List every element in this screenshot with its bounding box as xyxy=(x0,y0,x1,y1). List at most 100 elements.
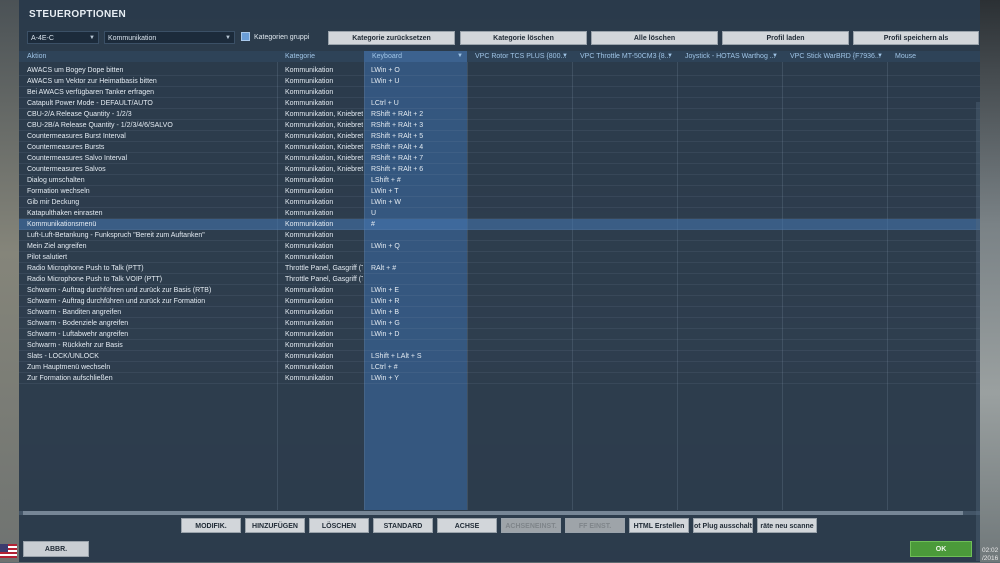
load-profile-button[interactable]: Profil laden xyxy=(722,31,849,45)
table-row[interactable]: Zum Hauptmenü wechseln Kommunikation LCtrl… xyxy=(19,362,980,373)
table-row[interactable]: AWACS um Vektor zur Heimatbasis bitten Ko… xyxy=(19,76,980,87)
keyboard-binding-cell[interactable]: U xyxy=(371,208,463,219)
table-row[interactable]: Slats - LOCK/UNLOCK Kommunikation LShift +… xyxy=(19,351,980,362)
keyboard-binding-cell[interactable]: LWin + O xyxy=(371,65,463,76)
reset-category-button[interactable]: Kategorie zurücksetzen xyxy=(328,31,455,45)
keyboard-binding-cell[interactable]: LWin + Q xyxy=(371,241,463,252)
table-row[interactable]: Countermeasures Salvo Interval Kommunikat… xyxy=(19,153,980,164)
vertical-scrollbar[interactable] xyxy=(976,102,980,561)
cancel-button[interactable]: ABBR. xyxy=(23,541,89,557)
keyboard-binding-cell[interactable]: LWin + B xyxy=(371,307,463,318)
table-row[interactable]: Pilot salutiert Kommunikation xyxy=(19,252,980,263)
keyboard-binding-cell[interactable]: LWin + Y xyxy=(371,373,463,384)
keyboard-binding-cell[interactable]: LShift + LAlt + S xyxy=(371,351,463,362)
group-categories-checkbox[interactable] xyxy=(241,32,250,41)
action-cell: Pilot salutiert xyxy=(27,254,68,261)
action-cell: Countermeasures Burst Interval xyxy=(27,133,126,140)
keyboard-binding-cell[interactable]: LWin + R xyxy=(371,296,463,307)
table-row[interactable]: Countermeasures Burst Interval Kommunikat… xyxy=(19,131,980,142)
table-row[interactable]: Schwarm - Rückkehr zur Basis Kommunikatio… xyxy=(19,340,980,351)
modify-button[interactable]: MODIFIK. xyxy=(181,518,241,533)
standard-button[interactable]: STANDARD xyxy=(373,518,433,533)
action-cell: Countermeasures Salvo Interval xyxy=(27,155,127,162)
column-header-device-rotor[interactable]: VPC Rotor TCS PLUS {800... ▼ xyxy=(467,51,572,62)
rescan-devices-button[interactable]: räte neu scanne xyxy=(757,518,817,533)
keyboard-binding-cell[interactable] xyxy=(371,340,463,351)
keyboard-binding-cell[interactable]: RShift + RAlt + 7 xyxy=(371,153,463,164)
column-header-device-warthog[interactable]: Joystick - HOTAS Warthog ... ▼ xyxy=(677,51,782,62)
category-cell: Kommunikation, Kniebrett xyxy=(285,122,363,129)
save-profile-button[interactable]: Profil speichern als xyxy=(853,31,979,45)
keyboard-binding-cell[interactable]: LCtrl + # xyxy=(371,362,463,373)
table-row[interactable]: Gib mir Deckung Kommunikation LWin + W xyxy=(19,197,980,208)
keyboard-binding-cell[interactable] xyxy=(371,274,463,285)
table-row[interactable]: Schwarm - Bodenziele angreifen Kommunikat… xyxy=(19,318,980,329)
table-row[interactable]: Dialog umschalten Kommunikation LShift + # xyxy=(19,175,980,186)
ok-button[interactable]: OK xyxy=(910,541,972,557)
keyboard-binding-cell[interactable]: LWin + U xyxy=(371,76,463,87)
keyboard-binding-cell[interactable]: RAlt + # xyxy=(371,263,463,274)
scrollbar-thumb[interactable] xyxy=(23,511,963,515)
keyboard-binding-cell[interactable] xyxy=(371,230,463,241)
keyboard-binding-cell[interactable]: LWin + T xyxy=(371,186,463,197)
table-row[interactable]: CBU-2B/A Release Quantity - 1/2/3/4/6/SA… xyxy=(19,120,980,131)
table-row[interactable]: CBU-2/A Release Quantity - 1/2/3 Kommunik… xyxy=(19,109,980,120)
category-cell: Kommunikation xyxy=(285,364,334,371)
aircraft-select[interactable]: A-4E-C ▼ xyxy=(27,31,99,44)
table-row[interactable]: Bei AWACS verfügbaren Tanker erfragen Kom… xyxy=(19,87,980,98)
column-header-device-warbrd[interactable]: VPC Stick WarBRD {F7936... ▼ xyxy=(782,51,887,62)
keyboard-binding-cell[interactable]: RShift + RAlt + 4 xyxy=(371,142,463,153)
category-cell: Kommunikation, Kniebrett xyxy=(285,144,363,151)
table-row[interactable]: AWACS um Bogey Dope bitten Kommunikation L… xyxy=(19,65,980,76)
delete-all-button[interactable]: Alle löschen xyxy=(591,31,718,45)
keyboard-binding-cell[interactable]: RShift + RAlt + 6 xyxy=(371,164,463,175)
table-row[interactable]: Radio Microphone Push to Talk VOIP (PTT)… xyxy=(19,274,980,285)
keyboard-binding-cell[interactable]: LCtrl + U xyxy=(371,98,463,109)
column-header-keyboard[interactable]: Keyboard ▼ xyxy=(364,51,467,62)
keyboard-binding-cell[interactable] xyxy=(371,87,463,98)
keyboard-binding-cell[interactable]: LShift + # xyxy=(371,175,463,186)
keyboard-binding-cell[interactable]: LWin + E xyxy=(371,285,463,296)
table-row[interactable]: Radio Microphone Push to Talk (PTT) Throt… xyxy=(19,263,980,274)
delete-button[interactable]: LÖSCHEN xyxy=(309,518,369,533)
column-header-device-throttle[interactable]: VPC Throttle MT-50CM3 {8... ▼ xyxy=(572,51,677,62)
table-header: Aktion Kategorie Keyboard ▼ VPC Rotor TC… xyxy=(19,51,980,62)
category-cell: Kommunikation xyxy=(285,232,334,239)
table-row[interactable]: Luft-Luft-Betankung - Funkspruch "Bereit… xyxy=(19,230,980,241)
keyboard-binding-cell[interactable]: RShift + RAlt + 2 xyxy=(371,109,463,120)
keyboard-binding-cell[interactable]: LWin + D xyxy=(371,329,463,340)
column-header-category[interactable]: Kategorie xyxy=(277,51,364,62)
column-header-action[interactable]: Aktion xyxy=(19,51,277,62)
delete-category-button[interactable]: Kategorie löschen xyxy=(460,31,587,45)
axis-settings-button[interactable]: ACHSENEINST. xyxy=(501,518,561,533)
axis-button[interactable]: ACHSE xyxy=(437,518,497,533)
category-cell: Kommunikation xyxy=(285,254,334,261)
table-row[interactable]: Schwarm - Auftrag durchführen und zurück… xyxy=(19,296,980,307)
keyboard-binding-cell[interactable]: RShift + RAlt + 3 xyxy=(371,120,463,131)
horizontal-scrollbar[interactable] xyxy=(19,511,980,515)
table-row[interactable]: Countermeasures Salvos Kommunikation, Kni… xyxy=(19,164,980,175)
table-row[interactable]: Countermeasures Bursts Kommunikation, Kni… xyxy=(19,142,980,153)
table-row[interactable]: Kommunikationsmenü Kommunikation # xyxy=(19,219,980,230)
column-header-mouse[interactable]: Mouse xyxy=(887,51,976,62)
table-row[interactable]: Catapult Power Mode - DEFAULT/AUTO Kommun… xyxy=(19,98,980,109)
keyboard-binding-cell[interactable] xyxy=(371,252,463,263)
add-button[interactable]: HINZUFÜGEN xyxy=(245,518,305,533)
table-row[interactable]: Zur Formation aufschließen Kommunikation L… xyxy=(19,373,980,384)
table-row[interactable]: Mein Ziel angreifen Kommunikation LWin + Q xyxy=(19,241,980,252)
keyboard-binding-cell[interactable]: RShift + RAlt + 5 xyxy=(371,131,463,142)
table-row[interactable]: Formation wechseln Kommunikation LWin + T xyxy=(19,186,980,197)
html-create-button[interactable]: HTML Erstellen xyxy=(629,518,689,533)
us-flag-icon xyxy=(0,544,17,558)
category-cell: Kommunikation, Kniebrett xyxy=(285,111,363,118)
hot-plug-off-button[interactable]: ot Plug ausschalte xyxy=(693,518,753,533)
table-row[interactable]: Katapulthaken einrasten Kommunikation U xyxy=(19,208,980,219)
keyboard-binding-cell[interactable]: LWin + G xyxy=(371,318,463,329)
table-row[interactable]: Schwarm - Auftrag durchführen und zurück… xyxy=(19,285,980,296)
keyboard-binding-cell[interactable]: # xyxy=(371,219,463,230)
keyboard-binding-cell[interactable]: LWin + W xyxy=(371,197,463,208)
category-select[interactable]: Kommunikation ▼ xyxy=(104,31,235,44)
table-row[interactable]: Schwarm - Luftabwehr angreifen Kommunikat… xyxy=(19,329,980,340)
table-row[interactable]: Schwarm - Banditen angreifen Kommunikatio… xyxy=(19,307,980,318)
ff-settings-button[interactable]: FF EINST. xyxy=(565,518,625,533)
